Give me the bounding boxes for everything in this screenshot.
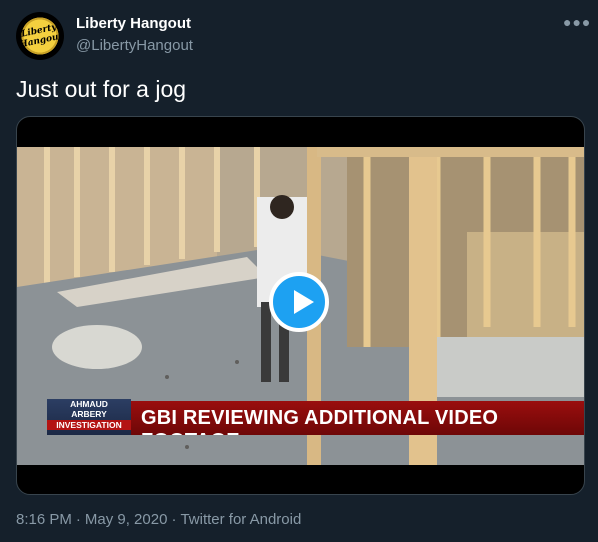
tweet-text: Just out for a jog — [16, 76, 187, 102]
play-icon[interactable] — [269, 272, 329, 332]
chyron-tag: AHMAUD ARBERY INVESTIGATION — [47, 399, 131, 435]
tweet-date[interactable]: May 9, 2020 — [85, 511, 168, 528]
ellipsis-icon[interactable]: ●●● — [563, 14, 591, 30]
video-player[interactable]: AHMAUD ARBERY INVESTIGATION GBI REVIEWIN… — [16, 116, 585, 495]
chyron-tag-line: ARBERY — [71, 409, 107, 419]
author-name[interactable]: Liberty Hangout — [76, 15, 191, 32]
tweet-meta: 8:16 PM · May 9, 2020 · Twitter for Android — [16, 511, 302, 528]
tweet-time[interactable]: 8:16 PM — [16, 511, 72, 528]
author-handle[interactable]: @LibertyHangout — [76, 37, 193, 54]
chyron-headline: GBI REVIEWING ADDITIONAL VIDEO FOOTAGE — [141, 407, 499, 435]
chyron-tag-line: INVESTIGATION — [47, 420, 131, 430]
chyron-headline-bar: GBI REVIEWING ADDITIONAL VIDEO FOOTAGE — [131, 401, 584, 435]
tweet-source[interactable]: Twitter for Android — [180, 511, 301, 528]
tweet: Liberty Hangout Liberty Hangout @LibertyH… — [0, 0, 598, 542]
chyron-tag-line: AHMAUD — [70, 399, 108, 409]
avatar[interactable]: Liberty Hangout — [16, 12, 64, 60]
